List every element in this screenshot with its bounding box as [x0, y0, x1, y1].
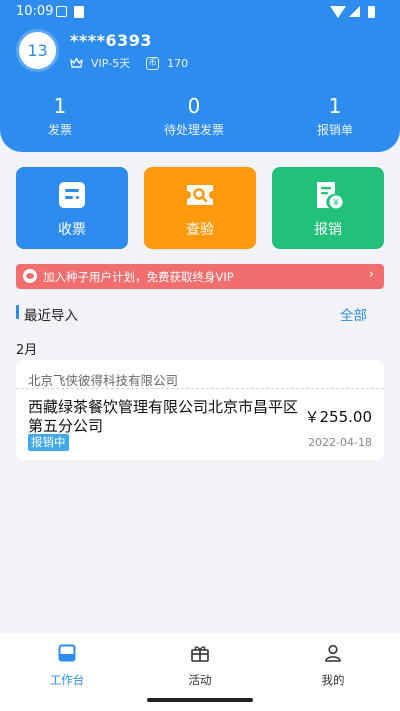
home-indicator[interactable] [147, 698, 253, 702]
svg-text:¥: ¥ [333, 199, 339, 209]
workbench-icon [58, 644, 76, 662]
status-bar: 10:09 [0, 0, 400, 24]
inspect-button[interactable]: 查验 [144, 167, 256, 249]
invoice-amount: ￥255.00 [304, 408, 373, 426]
status-badge: 报销中 [28, 434, 69, 451]
reimburse-icon: ¥ [317, 182, 343, 209]
vip-label: VIP-5天 [91, 57, 131, 70]
wifi-icon [330, 6, 346, 18]
tab-mine[interactable]: 我的 [283, 641, 383, 689]
card-label: 收票 [58, 222, 86, 238]
section-accent-bar [16, 305, 19, 319]
stat-label: 发票 [47, 123, 72, 137]
stat-value: 1 [328, 94, 342, 118]
inspect-ticket-icon [187, 185, 213, 205]
notification-icon [56, 6, 67, 17]
stats-row: 1 发票 0 待处理发票 1 报销单 [0, 94, 400, 142]
battery-icon [368, 6, 375, 18]
nav-label: 工作台 [49, 673, 85, 687]
person-icon [325, 644, 341, 662]
stat-invoices[interactable]: 1 发票 [0, 94, 120, 139]
invoice-date: 2022-04-18 [308, 436, 372, 449]
seed-icon [23, 269, 37, 283]
vip-row: VIP-5天 币 170 [70, 55, 188, 71]
month-label: 2月 [16, 343, 38, 358]
invoice-buyer: 西藏绿茶餐饮管理有限公司北京市昌平区第五分公司 [28, 398, 299, 435]
avatar-text: 13 [27, 41, 48, 60]
stat-label: 待处理发票 [163, 123, 224, 137]
seed-user-banner[interactable]: 加入种子用户计划，免费获取终身VIP › [16, 264, 384, 289]
card-label: 查验 [186, 222, 214, 238]
stat-label: 报销单 [316, 123, 353, 137]
signal-icon [349, 6, 360, 17]
crown-icon [70, 57, 83, 68]
stat-value: 1 [53, 94, 67, 118]
gift-icon [191, 646, 209, 662]
avatar[interactable]: 13 [16, 29, 59, 72]
tab-activity[interactable]: 活动 [150, 641, 250, 689]
invoice-card[interactable]: 北京飞侠彼得科技有限公司 西藏绿茶餐饮管理有限公司北京市昌平区第五分公司 ￥25… [16, 360, 384, 460]
coin-count: 170 [167, 56, 189, 70]
sd-card-icon [74, 6, 84, 18]
invoice-collect-icon [59, 182, 85, 208]
stat-value: 0 [187, 94, 201, 118]
coin-icon: 币 [146, 56, 160, 70]
invoice-seller: 北京飞侠彼得科技有限公司 [28, 373, 179, 388]
stat-pending[interactable]: 0 待处理发票 [134, 94, 254, 139]
nav-label: 我的 [321, 673, 345, 687]
card-label: 报销 [314, 222, 342, 238]
user-phone: ****6393 [70, 31, 152, 50]
view-all-link[interactable]: 全部 [340, 304, 367, 324]
divider [16, 388, 384, 389]
collect-invoice-button[interactable]: 收票 [16, 167, 128, 249]
tab-workbench[interactable]: 工作台 [17, 641, 117, 689]
reimburse-button[interactable]: ¥ 报销 [272, 167, 384, 249]
section-title: 最近导入 [24, 308, 78, 324]
banner-text: 加入种子用户计划，免费获取终身VIP [43, 270, 234, 284]
nav-label: 活动 [188, 673, 212, 687]
chevron-right-icon: › [368, 267, 374, 282]
status-time: 10:09 [16, 4, 54, 19]
stat-reimbursements[interactable]: 1 报销单 [275, 94, 395, 139]
